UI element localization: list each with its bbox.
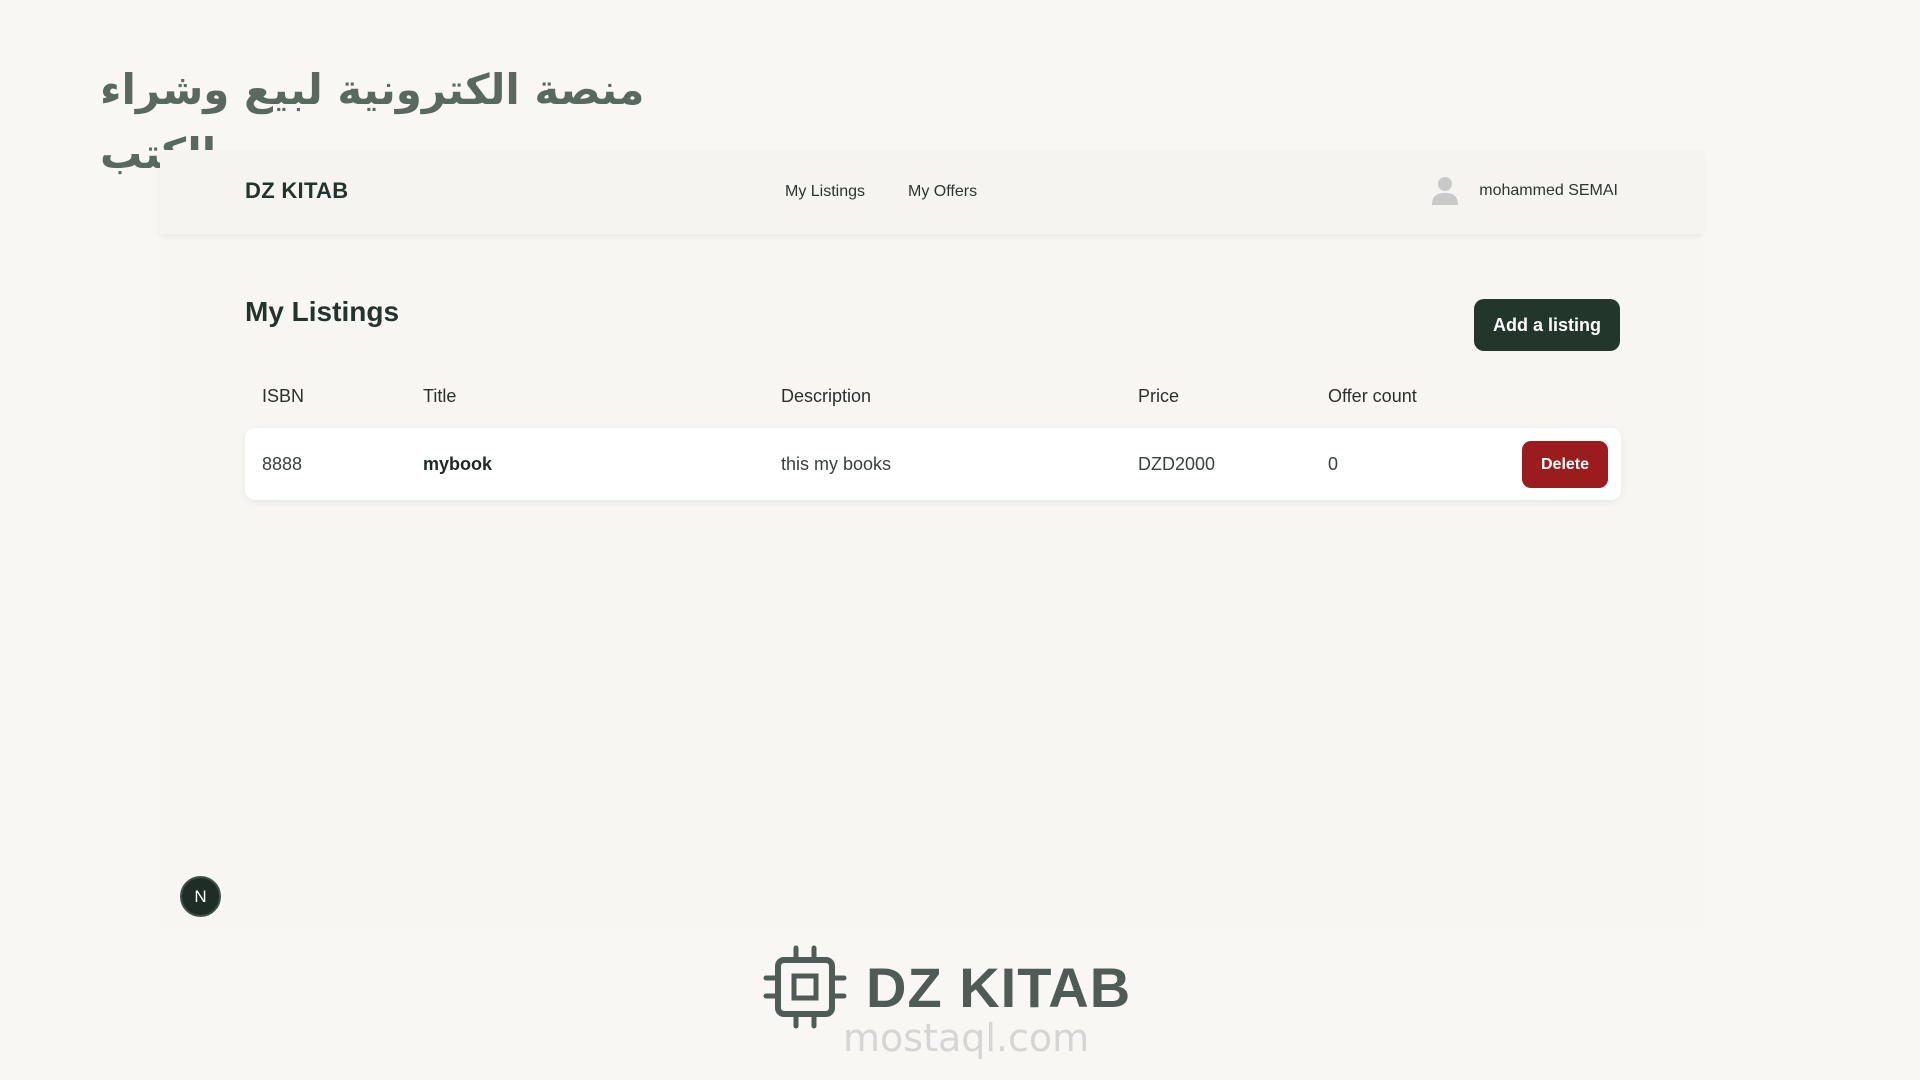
cell-description: this my books [781, 454, 892, 474]
navbar: DZ KITAB My Listings My Offers mohammed … [160, 150, 1702, 234]
table-row: 8888 mybook this my books DZD2000 0 Dele… [245, 428, 1621, 500]
column-header-price: Price [1138, 386, 1180, 406]
cell-isbn: 8888 [262, 454, 303, 474]
nav-links: My Listings My Offers [785, 183, 977, 201]
column-header-description: Description [781, 386, 872, 406]
app-window: DZ KITAB My Listings My Offers mohammed … [160, 150, 1702, 930]
nav-link-my-offers[interactable]: My Offers [908, 183, 977, 201]
add-listing-button[interactable]: Add a listing [1474, 299, 1620, 351]
cell-offer-count: 0 [1328, 454, 1339, 474]
nav-link-my-listings[interactable]: My Listings [785, 183, 865, 201]
page-title: My Listings [245, 296, 400, 327]
n-badge[interactable]: N [180, 876, 221, 917]
watermark: mostaql.com [843, 1016, 1090, 1060]
user-icon [1432, 177, 1459, 205]
delete-button[interactable]: Delete [1522, 441, 1608, 488]
table-header: ISBN Title Description Price Offer count [245, 386, 1621, 416]
cell-title: mybook [423, 454, 493, 474]
user-name: mohammed SEMAI [1479, 182, 1618, 199]
chip-icon [763, 945, 847, 1029]
column-header-isbn: ISBN [262, 386, 305, 406]
footer-brand: DZ KITAB [866, 955, 1132, 1019]
cell-price: DZD2000 [1138, 454, 1216, 474]
user-menu[interactable]: mohammed SEMAI [1431, 176, 1618, 206]
column-header-offer-count: Offer count [1328, 386, 1417, 406]
column-header-title: Title [423, 386, 457, 406]
brand-logo[interactable]: DZ KITAB [245, 178, 348, 204]
